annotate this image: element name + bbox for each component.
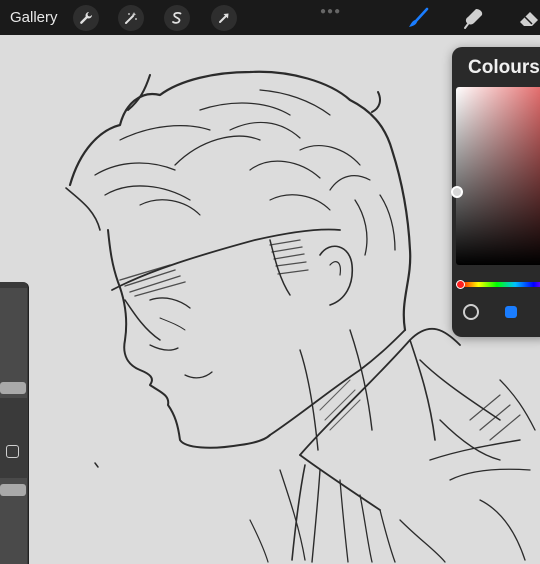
modify-button[interactable] bbox=[6, 445, 19, 458]
colours-panel: Colours bbox=[451, 47, 540, 337]
circle-icon[interactable] bbox=[463, 304, 479, 320]
wrench-icon bbox=[80, 12, 92, 24]
square-icon[interactable] bbox=[505, 306, 517, 318]
brush-size-slider[interactable] bbox=[0, 288, 27, 398]
transform-button[interactable] bbox=[211, 5, 237, 31]
hue-slider[interactable] bbox=[460, 282, 540, 287]
colours-title: Colours bbox=[468, 57, 540, 78]
brush-tool-button[interactable] bbox=[404, 4, 432, 32]
smudge-tool-button[interactable] bbox=[460, 4, 488, 32]
gallery-button[interactable]: Gallery bbox=[10, 9, 58, 26]
top-toolbar: Gallery ●●● bbox=[0, 0, 540, 35]
magic-wand-icon bbox=[125, 12, 137, 24]
drag-handle[interactable]: ●●● bbox=[320, 6, 341, 17]
eraser-icon bbox=[520, 12, 538, 26]
actions-button[interactable] bbox=[73, 5, 99, 31]
brush-icon bbox=[409, 7, 429, 27]
selection-s-icon bbox=[172, 12, 182, 24]
opacity-slider[interactable] bbox=[0, 478, 27, 564]
smudge-icon bbox=[464, 9, 483, 29]
brush-size-handle[interactable] bbox=[0, 382, 26, 394]
arrow-cursor-icon bbox=[219, 13, 229, 23]
selection-button[interactable] bbox=[164, 5, 190, 31]
eraser-tool-button[interactable] bbox=[515, 4, 540, 32]
hue-slider-handle[interactable] bbox=[456, 280, 465, 289]
colour-picker-handle[interactable] bbox=[451, 186, 463, 198]
colour-disc-square[interactable] bbox=[451, 87, 540, 265]
opacity-handle[interactable] bbox=[0, 484, 26, 496]
left-sidebar bbox=[0, 282, 29, 564]
adjustments-button[interactable] bbox=[118, 5, 144, 31]
